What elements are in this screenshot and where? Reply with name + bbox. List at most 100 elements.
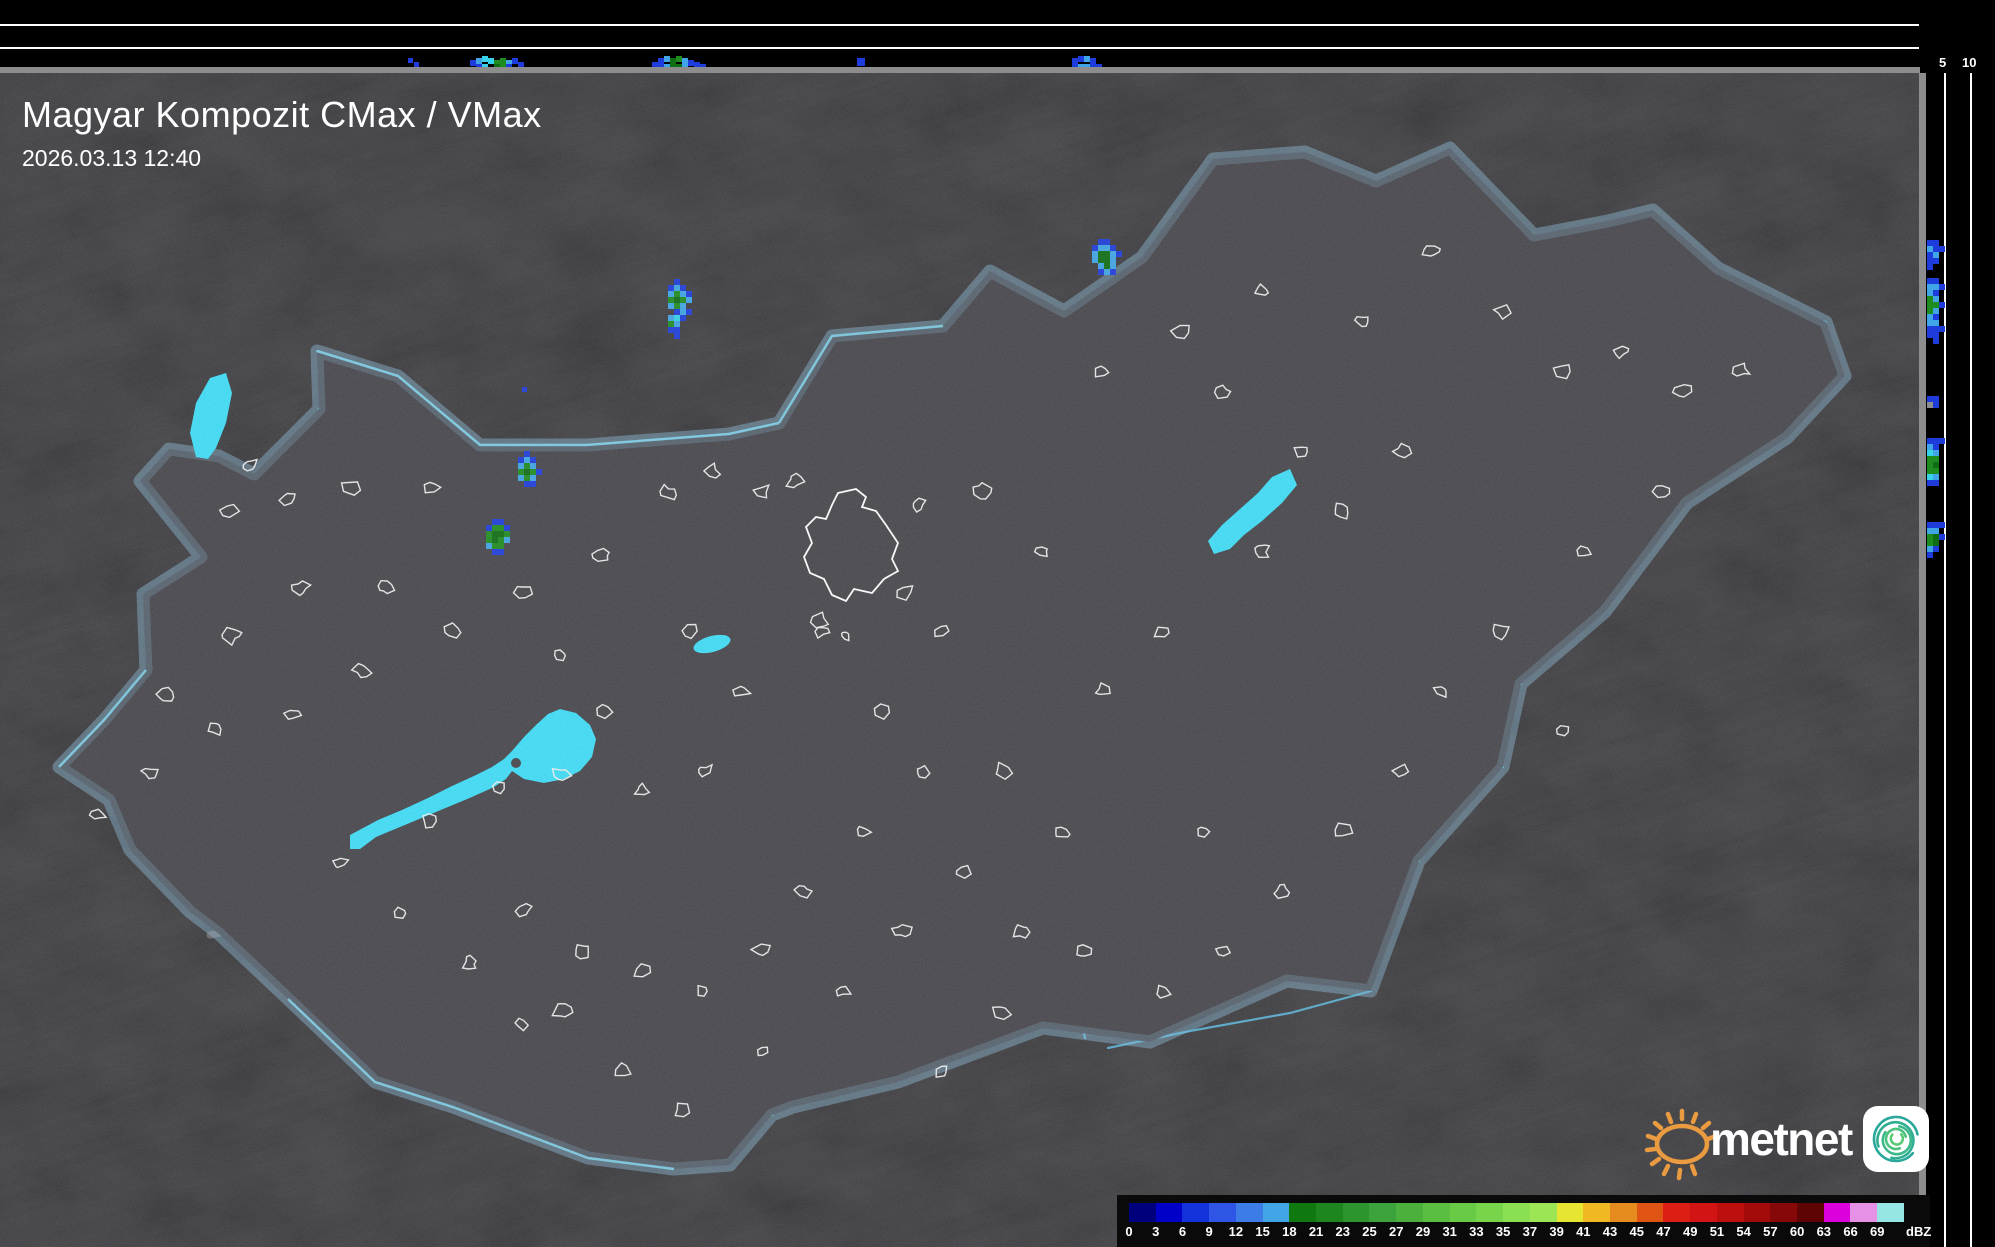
right-echo-cell — [1927, 296, 1933, 302]
radar-map — [0, 0, 1995, 1247]
colorbar-swatch — [1663, 1203, 1691, 1222]
right-echo-cell — [1927, 314, 1933, 320]
right-echo-cell — [1933, 302, 1939, 308]
right-echo-cell — [1933, 462, 1939, 468]
right-echo-cell — [1939, 534, 1945, 540]
colorbar-tick: 60 — [1789, 1224, 1805, 1239]
right-echo-cell — [1933, 284, 1939, 290]
colorbar-swatch — [1342, 1203, 1370, 1222]
colorbar-tick: 39 — [1549, 1224, 1564, 1239]
logo-text: metnet — [1710, 1113, 1853, 1165]
right-echo-cell — [1927, 252, 1933, 258]
right-profile-echoes — [1927, 240, 1945, 558]
colorbar-tick: 43 — [1602, 1224, 1618, 1239]
right-echo-cell — [1927, 552, 1933, 558]
right-echo-cell — [1939, 302, 1945, 308]
top-echo-cell — [670, 58, 676, 64]
colorbar-unit: dBZ — [1906, 1224, 1932, 1239]
colorbar-tick: 27 — [1389, 1224, 1404, 1239]
right-echo-cell — [1933, 474, 1939, 480]
colorbar-swatch — [1316, 1203, 1343, 1222]
page-title: Magyar Kompozit CMax / VMax — [22, 94, 542, 135]
top-echo-cell — [664, 56, 670, 62]
right-echo-cell — [1933, 240, 1939, 246]
right-echo-cell — [1939, 326, 1945, 332]
colorbar-tick: 23 — [1335, 1224, 1351, 1239]
top-echo-cell — [470, 60, 476, 66]
top-echo-cell — [482, 56, 488, 62]
right-echo-cell — [1927, 258, 1933, 264]
colorbar-tick: 15 — [1255, 1224, 1270, 1239]
colorbar-swatch — [1422, 1203, 1450, 1222]
colorbar-tick: 54 — [1736, 1224, 1751, 1239]
colorbar-swatch — [1129, 1203, 1156, 1222]
colorbar-tick: 51 — [1709, 1224, 1725, 1239]
colorbar-swatch — [1155, 1203, 1183, 1222]
colorbar-tick: 9 — [1205, 1224, 1213, 1239]
right-echo-cell — [1933, 396, 1939, 402]
colorbar-swatch — [1529, 1203, 1557, 1222]
app-spiral-icon — [1862, 1106, 1929, 1172]
colorbar-swatch — [1369, 1203, 1397, 1222]
right-echo-cell — [1933, 338, 1939, 344]
right-echo-cell — [1933, 290, 1939, 296]
top-echo-cell — [676, 56, 682, 62]
right-echo-cell — [1933, 332, 1939, 338]
right-echo-cell — [1933, 546, 1939, 552]
right-echo-cell — [1933, 246, 1939, 252]
right-echo-cell — [1933, 522, 1939, 528]
title-block: Magyar Kompozit CMax / VMax 2026.03.13 1… — [22, 94, 542, 172]
timestamp: 2026.03.13 12:40 — [22, 145, 202, 171]
right-echo-cell — [1927, 438, 1933, 444]
colorbar-tick: 33 — [1469, 1224, 1484, 1239]
right-echo-cell — [1939, 522, 1945, 528]
colorbar-swatch — [1396, 1203, 1423, 1222]
radar-screen: 10 5 5 10 Magyar Kompozit CMax / VMax 20… — [0, 0, 1995, 1247]
right-echo-cell — [1927, 240, 1933, 246]
right-echo-cell — [1927, 326, 1933, 332]
colorbar-tick: 6 — [1178, 1224, 1187, 1239]
colorbar-tick: 35 — [1495, 1224, 1511, 1239]
colorbar-swatch — [1583, 1203, 1610, 1222]
right-echo-cell — [1927, 320, 1933, 326]
dbz-colorbar: 0 3 6 9 12 15 18 21 23 25 27 29 31 33 35 37 39 41 43 45 47 49… — [1117, 1195, 1932, 1247]
colorbar-swatch — [1449, 1203, 1477, 1222]
right-echo-cell — [1933, 252, 1939, 258]
top-profile-echoes — [408, 56, 1102, 70]
right-echo-cell — [1927, 284, 1933, 290]
colorbar-ticks: 0 3 6 9 12 15 18 21 23 25 27 29 31 33 35 37 39 41 43 45 47 49… — [1125, 1224, 1904, 1242]
colorbar-swatch — [1609, 1203, 1637, 1222]
colorbar-swatch — [1476, 1203, 1504, 1222]
colorbar-tick: 63 — [1816, 1224, 1832, 1239]
right-echo-cell — [1927, 302, 1933, 308]
right-echo-cell — [1927, 246, 1933, 252]
top-echo-cell — [408, 58, 413, 63]
right-echo-cell — [1927, 528, 1933, 534]
colorbar-swatch — [1556, 1203, 1584, 1222]
colorbar-swatch — [1877, 1203, 1904, 1222]
colorbar-swatches — [1129, 1203, 1904, 1222]
right-echo-cell — [1933, 326, 1939, 332]
colorbar-swatch — [1209, 1203, 1236, 1222]
right-echo-cell — [1933, 456, 1939, 462]
right-echo-cell — [1927, 540, 1933, 546]
right-echo-cell — [1933, 296, 1939, 302]
right-echo-cell — [1933, 402, 1939, 408]
colorbar-swatch — [1716, 1203, 1744, 1222]
colorbar-swatch — [1796, 1203, 1824, 1222]
colorbar-swatch — [1690, 1203, 1717, 1222]
right-echo-cell — [1927, 522, 1933, 528]
colorbar-tick: 3 — [1152, 1224, 1160, 1239]
colorbar-swatch — [1235, 1203, 1263, 1222]
sun-icon — [1644, 1108, 1718, 1181]
right-echo-cell — [1927, 278, 1933, 284]
right-echo-cell — [1933, 534, 1939, 540]
colorbar-tick: 29 — [1415, 1224, 1431, 1239]
colorbar-swatch — [1503, 1203, 1530, 1222]
colorbar-tick: 25 — [1362, 1224, 1377, 1239]
right-echo-cell — [1927, 332, 1933, 338]
right-echo-cell — [1933, 308, 1939, 314]
colorbar-tick: 31 — [1442, 1224, 1457, 1239]
right-echo-cell — [1927, 444, 1933, 450]
right-echo-cell — [1933, 438, 1939, 444]
